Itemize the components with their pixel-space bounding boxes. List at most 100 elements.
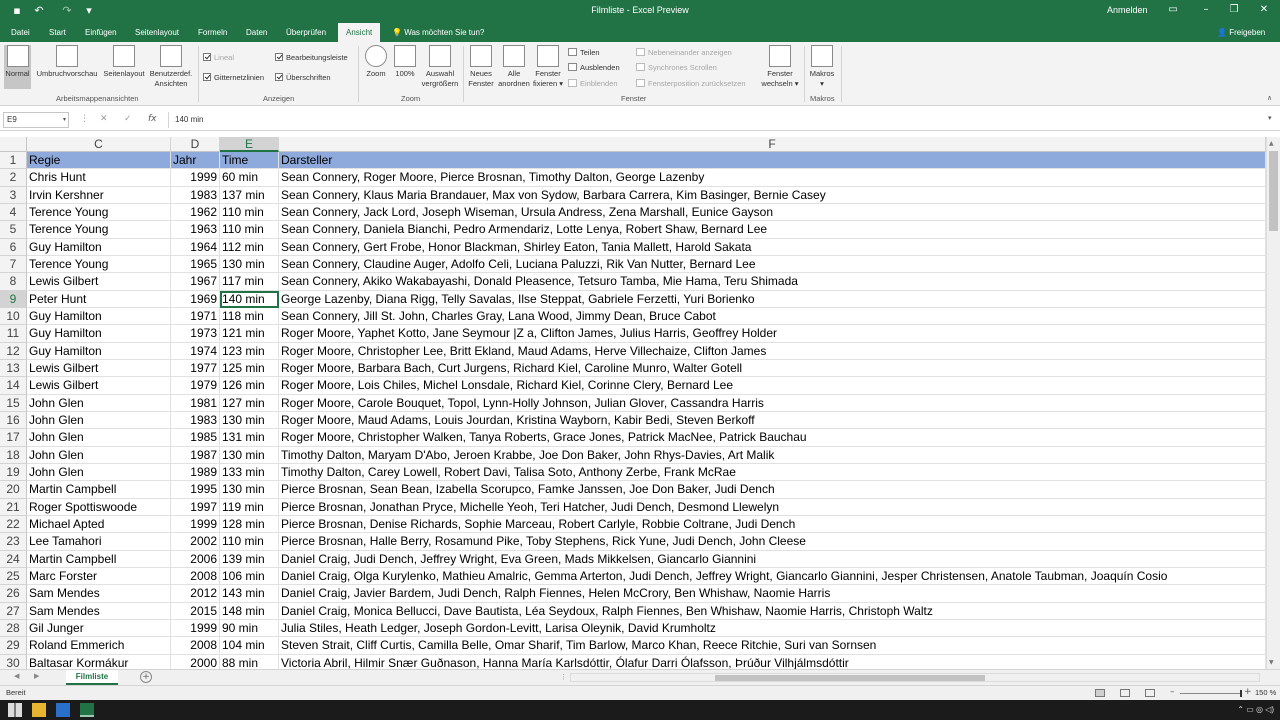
cell-c[interactable]: Guy Hamilton xyxy=(27,307,171,326)
cell-f[interactable]: Daniel Craig, Olga Kurylenko, Mathieu Am… xyxy=(279,567,1266,586)
cell-c[interactable]: Gil Junger xyxy=(27,619,171,638)
side-by-side-button[interactable]: Nebeneinander anzeigen xyxy=(636,47,732,58)
cell-c[interactable]: Terence Young xyxy=(27,203,171,222)
cell-f[interactable]: Roger Moore, Maud Adams, Louis Jourdan, … xyxy=(279,411,1266,430)
prev-sheet-icon[interactable]: ◀ xyxy=(14,672,19,680)
cell-f[interactable]: Sean Connery, Klaus Maria Brandauer, Max… xyxy=(279,186,1266,204)
cell-e[interactable]: 88 min xyxy=(220,654,279,669)
cell-d[interactable]: Jahr xyxy=(171,152,220,170)
tab-ueberpruefen[interactable]: Überprüfen xyxy=(286,23,326,42)
tab-start[interactable]: Start xyxy=(49,23,66,42)
cell-c[interactable]: Sam Mendes xyxy=(27,585,171,603)
split-button[interactable]: Teilen xyxy=(568,47,600,58)
cell-e[interactable]: 110 min xyxy=(220,203,279,222)
row-header[interactable]: 20 xyxy=(0,481,27,499)
cell-e[interactable]: 90 min xyxy=(220,619,279,638)
cell-d[interactable]: 1983 xyxy=(171,411,220,430)
zoom-slider[interactable] xyxy=(1180,690,1242,697)
cell-f[interactable]: Sean Connery, Daniela Bianchi, Pedro Arm… xyxy=(279,221,1266,239)
zoom-button[interactable]: Zoom xyxy=(362,45,390,79)
cell-d[interactable]: 2012 xyxy=(171,585,220,603)
cell-c[interactable]: Irvin Kershner xyxy=(27,186,171,204)
cell-d[interactable]: 1964 xyxy=(171,238,220,256)
close-icon[interactable]: ✕ xyxy=(1256,3,1272,17)
row-header[interactable]: 29 xyxy=(0,637,27,655)
switch-windows-button[interactable]: Fenster wechseln ▾ xyxy=(758,45,802,89)
cell-e[interactable]: 128 min xyxy=(220,515,279,534)
page-break-status-icon[interactable] xyxy=(1145,689,1155,697)
cell-f[interactable]: Daniel Craig, Monica Bellucci, Dave Baut… xyxy=(279,602,1266,620)
unhide-button[interactable]: Einblenden xyxy=(568,78,618,89)
column-header-e[interactable]: E xyxy=(220,137,279,152)
cell-e[interactable]: 126 min xyxy=(220,377,279,395)
cell-d[interactable]: 1973 xyxy=(171,325,220,343)
cell-e[interactable]: 148 min xyxy=(220,602,279,620)
row-header[interactable]: 1 xyxy=(0,152,27,170)
cell-f[interactable]: Timothy Dalton, Maryam D'Abo, Jeroen Kra… xyxy=(279,446,1266,464)
cell-d[interactable]: 1971 xyxy=(171,307,220,326)
cell-e[interactable]: 119 min xyxy=(220,498,279,516)
gridlines-checkbox[interactable]: Gitternetzlinien xyxy=(203,72,264,83)
ribbon-display-icon[interactable]: ▭ xyxy=(1165,3,1181,17)
cell-f[interactable]: Roger Moore, Christopher Lee, Britt Ekla… xyxy=(279,342,1266,360)
vertical-scrollbar[interactable]: ▲ ▼ xyxy=(1266,137,1280,669)
row-header[interactable]: 28 xyxy=(0,619,27,638)
cell-d[interactable]: 1999 xyxy=(171,515,220,534)
insert-function-icon[interactable]: fx xyxy=(148,114,157,124)
select-all-corner[interactable] xyxy=(0,137,27,152)
cell-c[interactable]: John Glen xyxy=(27,394,171,412)
cell-d[interactable]: 2002 xyxy=(171,533,220,551)
cell-f[interactable]: Steven Strait, Cliff Curtis, Camilla Bel… xyxy=(279,637,1266,655)
row-header[interactable]: 18 xyxy=(0,446,27,464)
page-layout-button[interactable]: Seitenlayout xyxy=(101,45,147,79)
maximize-icon[interactable]: ❐ xyxy=(1226,3,1242,17)
cell-f[interactable]: Sean Connery, Gert Frobe, Honor Blackman… xyxy=(279,238,1266,256)
cell-d[interactable]: 1989 xyxy=(171,463,220,482)
row-header[interactable]: 11 xyxy=(0,325,27,343)
column-header-c[interactable]: C xyxy=(27,137,171,152)
cell-c[interactable]: John Glen xyxy=(27,463,171,482)
row-header[interactable]: 13 xyxy=(0,359,27,378)
cell-c[interactable]: Martin Campbell xyxy=(27,481,171,499)
cell-e[interactable]: 112 min xyxy=(220,238,279,256)
cell-c[interactable]: John Glen xyxy=(27,446,171,464)
cell-d[interactable]: 2015 xyxy=(171,602,220,620)
sync-scroll-button[interactable]: Synchrones Scrollen xyxy=(636,62,717,73)
row-header[interactable]: 14 xyxy=(0,377,27,395)
cell-d[interactable]: 1995 xyxy=(171,481,220,499)
cell-e[interactable]: 130 min xyxy=(220,446,279,464)
cell-d[interactable]: 1965 xyxy=(171,255,220,274)
enter-icon[interactable]: ✓ xyxy=(124,114,132,124)
signin-link[interactable]: Anmelden xyxy=(1107,5,1148,15)
zoom-100-button[interactable]: 100% xyxy=(392,45,418,79)
cell-e[interactable]: 130 min xyxy=(220,481,279,499)
cell-d[interactable]: 1963 xyxy=(171,221,220,239)
row-header[interactable]: 21 xyxy=(0,498,27,516)
cell-e[interactable]: 60 min xyxy=(220,169,279,187)
cell-e[interactable]: 106 min xyxy=(220,567,279,586)
cell-f[interactable]: Sean Connery, Claudine Auger, Adolfo Cel… xyxy=(279,255,1266,274)
cell-c[interactable]: Terence Young xyxy=(27,221,171,239)
cell-d[interactable]: 2008 xyxy=(171,637,220,655)
scroll-down-icon[interactable]: ▼ xyxy=(1269,659,1274,666)
cancel-icon[interactable]: ✕ xyxy=(100,114,108,124)
tab-seitenlayout[interactable]: Seitenlayout xyxy=(135,23,179,42)
file-explorer-icon[interactable] xyxy=(32,703,46,717)
cell-f[interactable]: Roger Moore, Carole Bouquet, Topol, Lynn… xyxy=(279,394,1266,412)
cell-c[interactable]: Lewis Gilbert xyxy=(27,273,171,291)
cell-f[interactable]: Pierce Brosnan, Sean Bean, Izabella Scor… xyxy=(279,481,1266,499)
cell-e[interactable]: 123 min xyxy=(220,342,279,360)
sheet-tab-filmliste[interactable]: Filmliste xyxy=(66,670,118,685)
cell-e[interactable]: 110 min xyxy=(220,221,279,239)
cell-e[interactable]: 133 min xyxy=(220,463,279,482)
expand-formula-icon[interactable]: ▾ xyxy=(1268,114,1272,122)
cell-e[interactable]: 121 min xyxy=(220,325,279,343)
tell-me-box[interactable]: 💡 Was möchten Sie tun? xyxy=(392,23,484,42)
cell-d[interactable]: 1979 xyxy=(171,377,220,395)
share-button[interactable]: 👤 Freigeben xyxy=(1217,23,1265,42)
cell-d[interactable]: 1974 xyxy=(171,342,220,360)
tab-ansicht[interactable]: Ansicht xyxy=(338,23,381,42)
cell-f[interactable]: Pierce Brosnan, Denise Richards, Sophie … xyxy=(279,515,1266,534)
cell-d[interactable]: 1962 xyxy=(171,203,220,222)
cell-c[interactable]: Roland Emmerich xyxy=(27,637,171,655)
